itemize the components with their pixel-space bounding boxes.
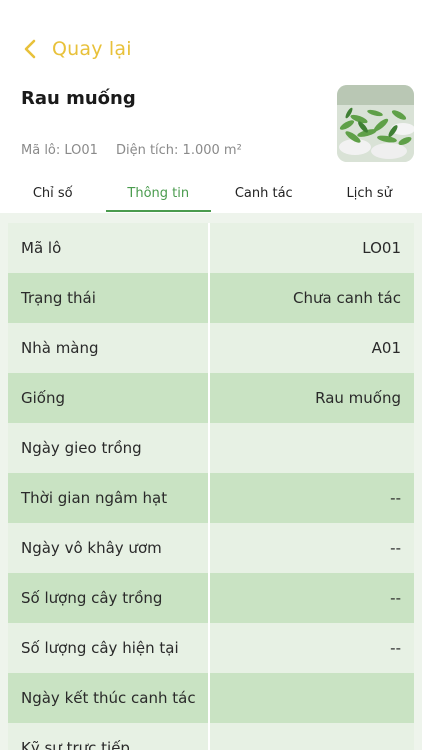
tab-bar: Chỉ số Thông tin Canh tác Lịch sử <box>0 178 422 212</box>
lot-meta: Mã lô: LO01 Diện tích: 1.000 m² <box>21 143 242 158</box>
row-value: Chưa canh tác <box>293 289 401 307</box>
row-label: Giống <box>8 373 210 423</box>
back-label: Quay lại <box>52 38 132 60</box>
row-value: A01 <box>371 339 401 357</box>
info-panel[interactable]: Mã lô LO01 Trạng thái Chưa canh tác Nhà … <box>0 213 422 750</box>
row-value: -- <box>390 639 401 657</box>
table-row: Trạng thái Chưa canh tác <box>8 273 414 323</box>
row-label: Ngày vô khây ươm <box>8 523 210 573</box>
tab-lich-su[interactable]: Lịch sử <box>317 178 422 212</box>
table-row: Số lượng cây hiện tại -- <box>8 623 414 673</box>
row-value <box>210 723 414 750</box>
tab-thong-tin[interactable]: Thông tin <box>105 178 212 212</box>
row-label: Thời gian ngâm hạt <box>8 473 210 523</box>
table-row: Ngày vô khây ươm -- <box>8 523 414 573</box>
row-value <box>210 423 414 473</box>
row-value: LO01 <box>362 239 401 257</box>
row-label: Số lượng cây hiện tại <box>8 623 210 673</box>
chevron-left-icon <box>24 39 36 59</box>
table-row: Kỹ sư trực tiếp <box>8 723 414 750</box>
row-value: -- <box>390 539 401 557</box>
row-value: -- <box>390 589 401 607</box>
row-label: Số lượng cây trồng <box>8 573 210 623</box>
row-value: -- <box>390 489 401 507</box>
plant-photo-image <box>337 85 414 162</box>
row-label: Nhà màng <box>8 323 210 373</box>
row-label: Kỹ sư trực tiếp <box>8 723 210 750</box>
row-value <box>210 673 414 723</box>
lot-area: Diện tích: 1.000 m² <box>115 143 242 158</box>
row-label: Ngày gieo trồng <box>8 423 210 473</box>
table-row: Số lượng cây trồng -- <box>8 573 414 623</box>
table-row: Nhà màng A01 <box>8 323 414 373</box>
table-row: Giống Rau muống <box>8 373 414 423</box>
row-label: Mã lô <box>8 223 210 273</box>
lot-code: Mã lô: LO01 <box>21 143 98 158</box>
lot-thumbnail[interactable] <box>337 85 414 162</box>
table-row: Ngày gieo trồng <box>8 423 414 473</box>
back-button[interactable]: Quay lại <box>22 34 132 64</box>
info-table: Mã lô LO01 Trạng thái Chưa canh tác Nhà … <box>8 223 414 750</box>
table-row: Mã lô LO01 <box>8 223 414 273</box>
table-row: Ngày kết thúc canh tác <box>8 673 414 723</box>
table-row: Thời gian ngâm hạt -- <box>8 473 414 523</box>
lot-name: Rau muống <box>21 88 136 109</box>
row-label: Trạng thái <box>8 273 210 323</box>
tab-chi-so[interactable]: Chỉ số <box>0 178 106 212</box>
row-label: Ngày kết thúc canh tác <box>8 673 210 723</box>
row-value: Rau muống <box>315 389 401 407</box>
tab-canh-tac[interactable]: Canh tác <box>211 178 317 212</box>
